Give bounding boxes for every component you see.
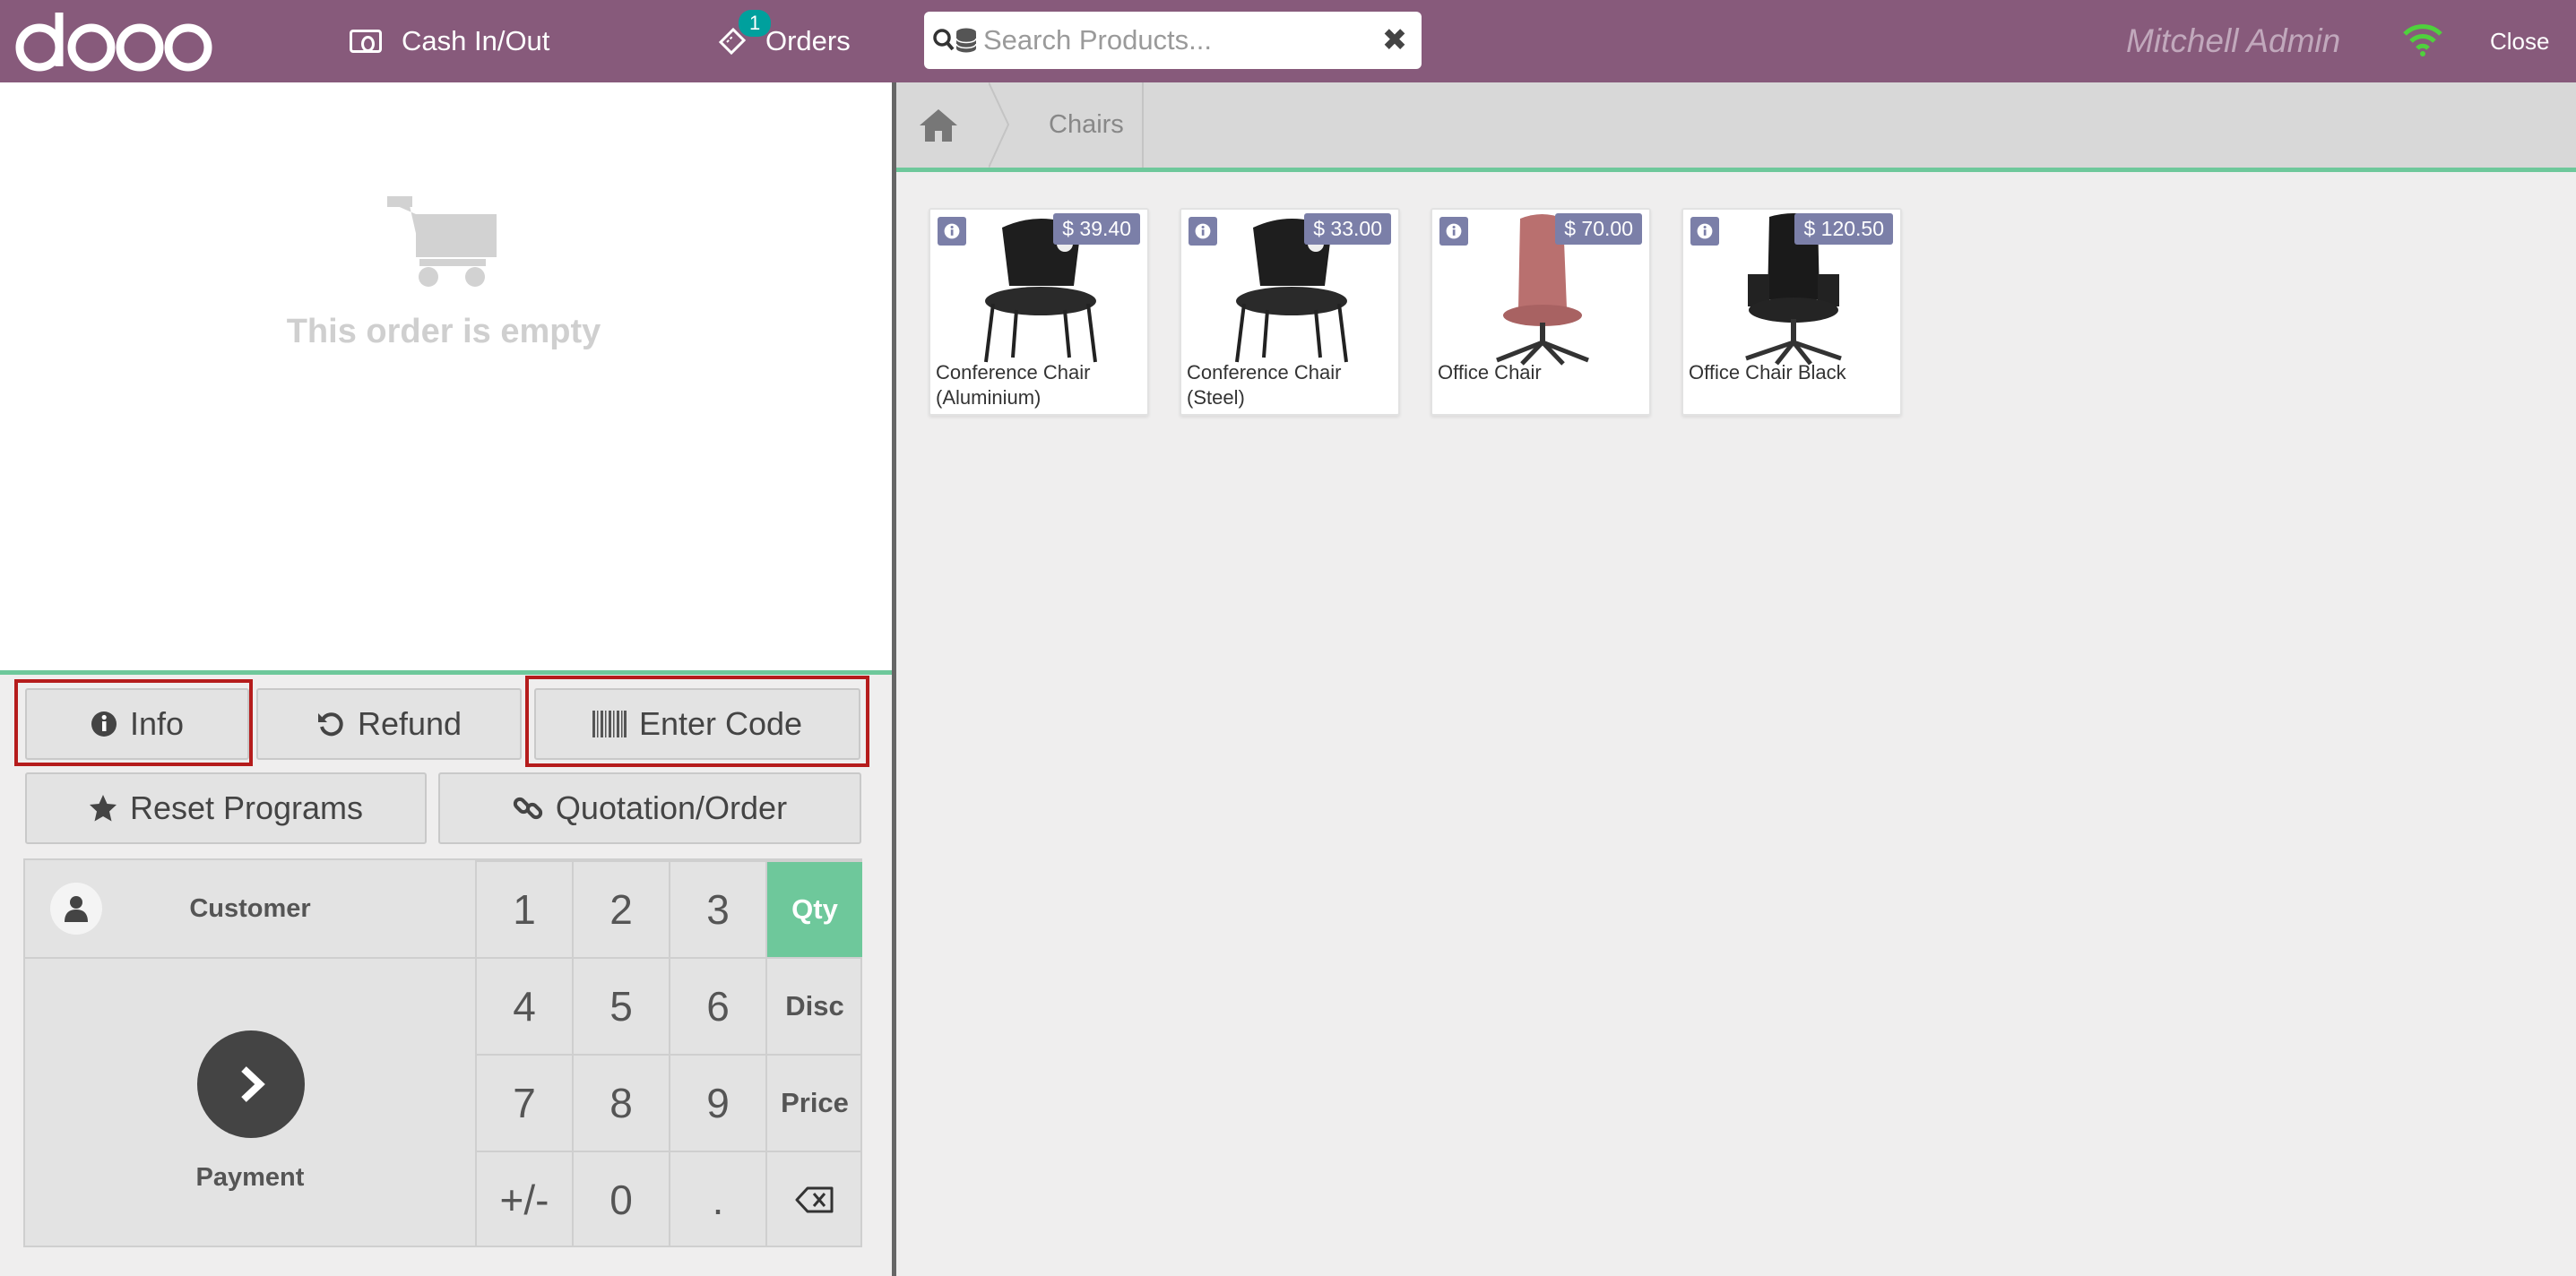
customer-button[interactable]: Customer: [25, 860, 475, 957]
mode-disc-button[interactable]: Disc: [765, 957, 862, 1054]
customer-label: Customer: [189, 893, 311, 923]
ticket-icon: 1: [717, 10, 772, 56]
product-name: Conference Chair (Steel): [1187, 361, 1342, 409]
search-input[interactable]: [983, 24, 1368, 56]
quotation-order-button[interactable]: Quotation/Order: [438, 772, 861, 844]
refund-label: Refund: [357, 705, 462, 742]
product-info-icon[interactable]: [1439, 217, 1468, 246]
breadcrumb-end-divider: [1142, 82, 1144, 168]
mode-price-button[interactable]: Price: [765, 1054, 862, 1151]
numpad-key-3[interactable]: 3: [669, 860, 765, 957]
home-icon[interactable]: [918, 108, 959, 148]
odoo-logo: odoo: [15, 13, 212, 72]
product-price: $ 120.50: [1794, 213, 1893, 245]
product-card[interactable]: $ 120.50 Office Chair Black: [1681, 208, 1902, 416]
link-icon: [513, 793, 543, 823]
orders-button[interactable]: 1 Orders: [717, 0, 851, 82]
money-icon: [350, 30, 382, 53]
product-card[interactable]: $ 70.00 Office Chair: [1431, 208, 1651, 416]
orders-label: Orders: [765, 25, 851, 56]
cash-in-out-button[interactable]: Cash In/Out: [350, 0, 549, 82]
product-price: $ 39.40: [1053, 213, 1140, 245]
star-icon: [89, 794, 117, 823]
numpad-key-0[interactable]: 0: [572, 1151, 669, 1247]
user-name: Mitchell Admin: [2126, 22, 2341, 59]
numpad-key-8[interactable]: 8: [572, 1054, 669, 1151]
numpad-key-5[interactable]: 5: [572, 957, 669, 1054]
highlight-frame: [14, 679, 253, 766]
backspace-button[interactable]: [765, 1151, 862, 1247]
reset-programs-button[interactable]: Reset Programs: [25, 772, 427, 844]
search-icon: [929, 25, 983, 56]
numpad-key-9[interactable]: 9: [669, 1054, 765, 1151]
clear-search-icon[interactable]: ✖: [1368, 22, 1422, 58]
product-info-icon[interactable]: [1690, 217, 1719, 246]
top-bar: odoo Cash In/Out 1 Orders: [0, 0, 2576, 82]
wifi-icon: [2403, 24, 2442, 56]
numpad-key-1[interactable]: 1: [475, 860, 572, 957]
mode-qty-button[interactable]: Qty: [765, 860, 862, 957]
refund-button[interactable]: Refund: [256, 688, 522, 760]
product-price: $ 33.00: [1304, 213, 1391, 245]
product-search-box: ✖: [924, 12, 1422, 69]
highlight-frame: [525, 676, 869, 767]
breadcrumb-separator: [989, 82, 1010, 168]
orders-count-badge: 1: [739, 10, 772, 37]
numpad-key-sign[interactable]: +/-: [475, 1151, 572, 1247]
numpad-key-2[interactable]: 2: [572, 860, 669, 957]
quotation-order-label: Quotation/Order: [555, 789, 788, 826]
product-name: Office Chair: [1438, 361, 1542, 384]
numpad-key-7[interactable]: 7: [475, 1054, 572, 1151]
cash-in-out-label: Cash In/Out: [402, 25, 550, 56]
close-session-button[interactable]: Close: [2490, 0, 2549, 82]
numpad-key-4[interactable]: 4: [475, 957, 572, 1054]
product-info-icon[interactable]: [938, 217, 966, 246]
backspace-icon: [795, 1186, 834, 1213]
category-breadcrumb-bar: Chairs: [896, 82, 2576, 172]
cart-icon: [387, 196, 497, 287]
payment-label: Payment: [195, 1163, 305, 1192]
empty-order-text: This order is empty: [286, 313, 601, 350]
numpad: Customer Payment 1 2 3 Qty 4 5 6 Disc 7 …: [23, 858, 862, 1247]
product-price: $ 70.00: [1555, 213, 1642, 245]
product-card[interactable]: $ 33.00 Conference Chair (Steel): [1180, 208, 1400, 416]
breadcrumb-chairs[interactable]: Chairs: [1049, 82, 1124, 168]
pane-divider: [892, 82, 896, 1276]
reset-programs-label: Reset Programs: [129, 789, 364, 826]
numpad-key-6[interactable]: 6: [669, 957, 765, 1054]
product-info-icon[interactable]: [1189, 217, 1217, 246]
product-card[interactable]: $ 39.40 Conference Chair (Aluminium): [929, 208, 1149, 416]
empty-order-message: This order is empty: [0, 194, 887, 351]
product-name: Office Chair Black: [1689, 361, 1846, 384]
product-name: Conference Chair (Aluminium): [936, 361, 1091, 409]
payment-button[interactable]: Payment: [25, 957, 475, 1247]
undo-icon: [316, 710, 345, 738]
numpad-key-decimal[interactable]: .: [669, 1151, 765, 1247]
chevron-right-icon: [197, 1030, 305, 1138]
